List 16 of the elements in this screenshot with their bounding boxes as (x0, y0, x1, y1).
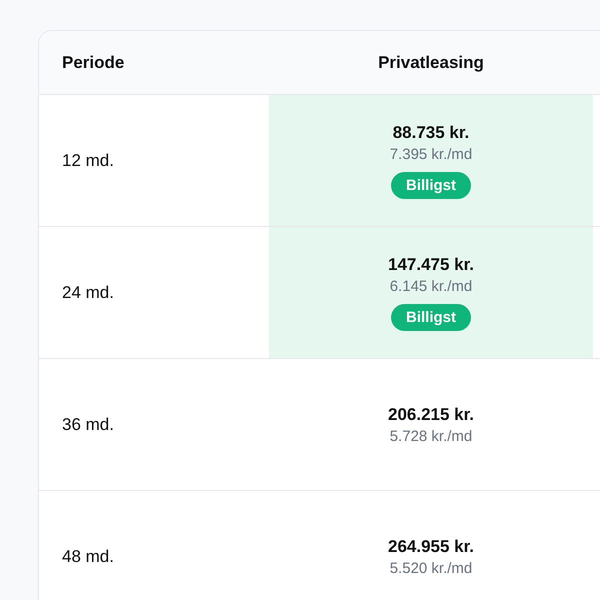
period-cell-text: 48 md. (61, 546, 114, 566)
period-cell-text: 12 md. (61, 150, 114, 170)
total-price: 264.955 kr. (388, 536, 474, 556)
total-price: 88.735 kr. (392, 122, 470, 142)
period-cell-text: 24 md. (61, 282, 114, 302)
column-header: Privatleasing (378, 52, 484, 72)
total-price: 206.215 kr. (388, 404, 474, 424)
monthly-price: 5.520 kr./md (390, 560, 472, 576)
cheapest-badge: Billigst (390, 172, 471, 198)
column-header: Periode (61, 52, 124, 72)
total-price: 147.475 kr. (388, 254, 474, 274)
period-cell-text: 36 md. (61, 414, 114, 434)
cheapest-badge: Billigst (390, 304, 471, 330)
monthly-price: 5.728 kr./md (390, 428, 472, 444)
monthly-price: 6.145 kr./md (390, 278, 472, 294)
monthly-price: 7.395 kr./md (390, 146, 472, 162)
